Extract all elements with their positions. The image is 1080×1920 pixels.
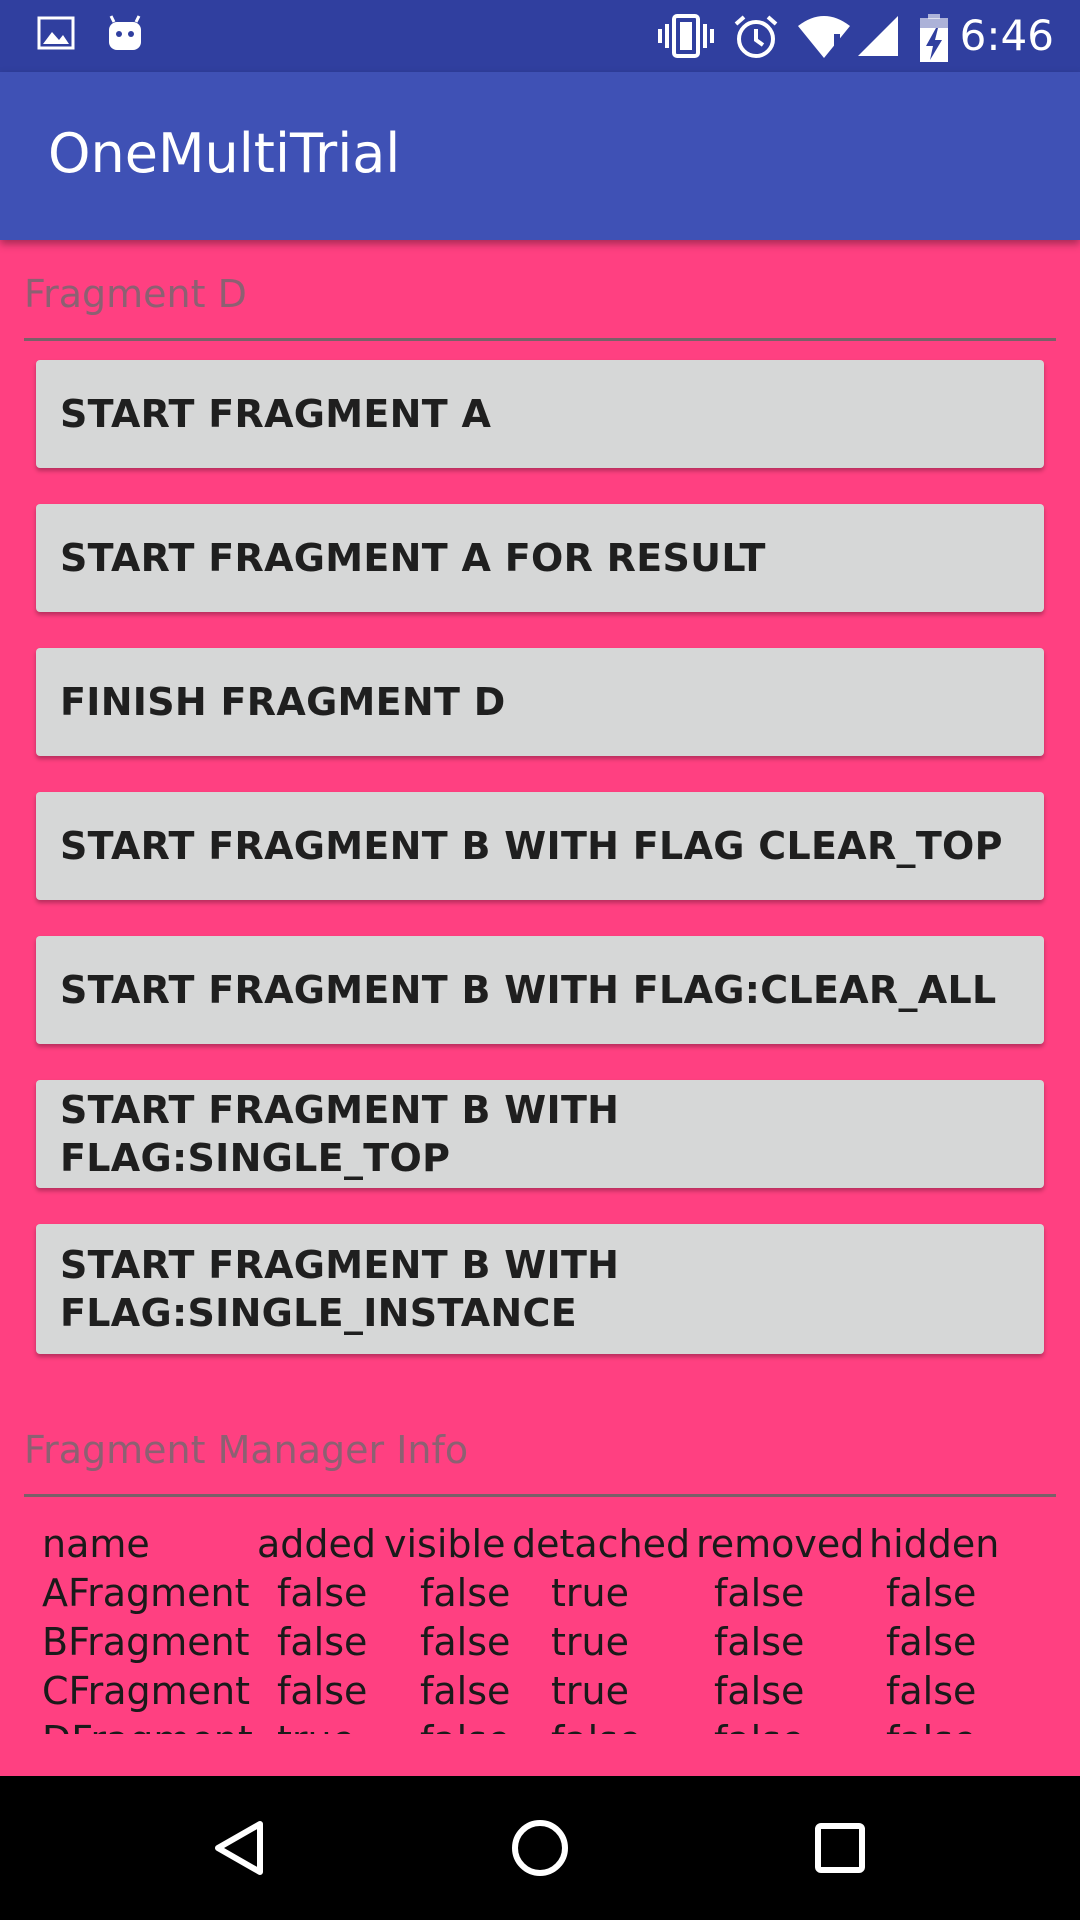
- button-label-line1: START FRAGMENT B WITH: [60, 1243, 620, 1287]
- column-header: added: [257, 1522, 377, 1566]
- button-label: START FRAGMENT B WITH FLAG CLEAR_TOP: [60, 824, 1003, 868]
- column-header: detached: [512, 1522, 691, 1566]
- table-cell: false: [277, 1669, 368, 1713]
- table-cell: false: [886, 1716, 976, 1734]
- button-label: START FRAGMENT B WITH FLAG:SINGLE_TOP: [60, 1088, 620, 1180]
- column-header: hidden: [869, 1522, 1000, 1566]
- status-bar: 6:46: [0, 0, 1080, 72]
- info-section-divider: [24, 1494, 1056, 1497]
- table-row: CFragment false false true false false: [42, 1667, 1052, 1716]
- table-cell: false: [277, 1620, 368, 1664]
- table-cell: false: [714, 1669, 805, 1713]
- table-cell: false: [277, 1571, 368, 1615]
- button-label: FINISH FRAGMENT D: [60, 680, 506, 724]
- finish-fragment-d-button[interactable]: FINISH FRAGMENT D: [36, 648, 1044, 756]
- table-cell: true: [551, 1669, 629, 1713]
- fragment-section-header: Fragment D: [24, 272, 247, 316]
- alarm-icon: [732, 14, 780, 64]
- table-cell: CFragment: [42, 1669, 251, 1713]
- start-fragment-b-single-instance-button[interactable]: START FRAGMENT B WITH FLAG:SINGLE_INSTAN…: [36, 1224, 1044, 1354]
- table-cell: AFragment: [42, 1571, 250, 1615]
- button-label: START FRAGMENT B WITH FLAG:CLEAR_ALL: [60, 968, 997, 1012]
- app-bar: OneMultiTrial: [0, 72, 1080, 240]
- column-header: removed: [696, 1522, 865, 1566]
- table-cell: BFragment: [42, 1620, 250, 1664]
- table-cell: false: [714, 1716, 804, 1734]
- start-fragment-a-for-result-button[interactable]: START FRAGMENT A FOR RESULT: [36, 504, 1044, 612]
- table-cell: false: [420, 1716, 510, 1734]
- button-label: START FRAGMENT A FOR RESULT: [60, 536, 766, 580]
- column-header: visible: [384, 1522, 506, 1566]
- table-cell: false: [886, 1620, 977, 1664]
- table-header-row: name added visible detached removed hidd…: [42, 1520, 1052, 1569]
- table-cell: false: [551, 1716, 641, 1734]
- table-cell: true: [551, 1571, 629, 1615]
- table-cell: false: [420, 1669, 511, 1713]
- status-time: 6:46: [959, 11, 1054, 60]
- button-label: START FRAGMENT A: [60, 392, 492, 436]
- signal-icon: [856, 14, 900, 62]
- fragment-section-divider: [24, 338, 1056, 341]
- table-row: BFragment false false true false false: [42, 1618, 1052, 1667]
- table-cell: false: [714, 1571, 805, 1615]
- table-cell: true: [277, 1716, 355, 1734]
- start-fragment-a-button[interactable]: START FRAGMENT A: [36, 360, 1044, 468]
- info-section-header: Fragment Manager Info: [24, 1428, 469, 1472]
- table-cell: false: [886, 1571, 977, 1615]
- app-screen: 6:46 OneMultiTrial Fragment D START FRAG…: [0, 0, 1080, 1920]
- start-fragment-b-clear-top-button[interactable]: START FRAGMENT B WITH FLAG CLEAR_TOP: [36, 792, 1044, 900]
- start-fragment-b-single-top-button[interactable]: START FRAGMENT B WITH FLAG:SINGLE_TOP: [36, 1080, 1044, 1188]
- table-cell: DFragment: [42, 1716, 253, 1734]
- button-label-line2: FLAG:SINGLE_INSTANCE: [60, 1291, 577, 1335]
- android-icon: [104, 14, 146, 58]
- app-title: OneMultiTrial: [48, 122, 401, 185]
- table-cell: false: [420, 1571, 511, 1615]
- home-icon[interactable]: [504, 1812, 576, 1884]
- battery-charging-icon: [918, 14, 950, 68]
- navigation-bar: [0, 1776, 1080, 1920]
- fragment-info-table: name added visible detached removed hidd…: [42, 1520, 1052, 1734]
- table-cell: false: [714, 1620, 805, 1664]
- start-fragment-b-clear-all-button[interactable]: START FRAGMENT B WITH FLAG:CLEAR_ALL: [36, 936, 1044, 1044]
- column-header: name: [42, 1522, 150, 1566]
- recents-icon[interactable]: [804, 1812, 876, 1884]
- table-row: AFragment false false true false false: [42, 1569, 1052, 1618]
- table-row: DFragment true false false false false: [42, 1716, 1052, 1734]
- wifi-icon: [796, 14, 852, 64]
- table-cell: false: [420, 1620, 511, 1664]
- back-icon[interactable]: [204, 1812, 276, 1884]
- table-cell: true: [551, 1620, 629, 1664]
- table-cell: false: [886, 1669, 977, 1713]
- vibrate-icon: [658, 14, 714, 62]
- image-icon: [36, 14, 76, 58]
